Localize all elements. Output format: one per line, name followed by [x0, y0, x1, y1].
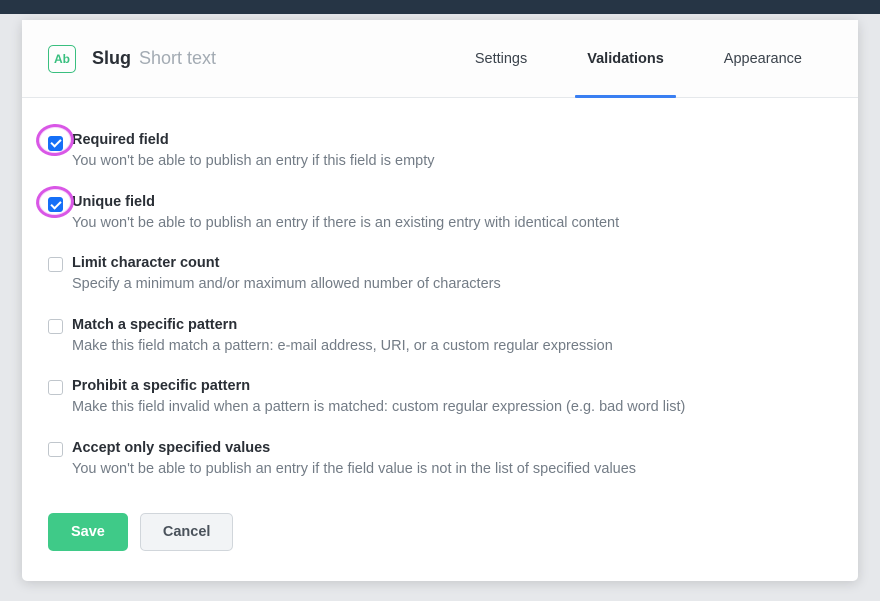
- validation-desc: You won't be able to publish an entry if…: [72, 460, 636, 480]
- validation-desc: You won't be able to publish an entry if…: [72, 214, 619, 234]
- checkbox-accept-values[interactable]: [48, 442, 63, 457]
- validation-accept-values: Accept only specified values You won't b…: [48, 440, 832, 480]
- modal-footer: Save Cancel: [22, 503, 858, 581]
- validation-title: Limit character count: [72, 255, 501, 271]
- checkbox-unique[interactable]: [48, 197, 63, 212]
- validation-title: Unique field: [72, 194, 619, 210]
- tab-settings[interactable]: Settings: [445, 20, 557, 97]
- validation-title: Accept only specified values: [72, 440, 636, 456]
- field-type-icon: Ab: [48, 45, 76, 73]
- tabs: Settings Validations Appearance: [445, 20, 832, 97]
- validation-desc: You won't be able to publish an entry if…: [72, 152, 435, 172]
- app-top-bar: [0, 0, 880, 14]
- validation-title: Prohibit a specific pattern: [72, 378, 685, 394]
- validation-desc: Specify a minimum and/or maximum allowed…: [72, 275, 501, 295]
- validation-desc: Make this field match a pattern: e-mail …: [72, 337, 613, 357]
- cancel-button[interactable]: Cancel: [140, 513, 234, 551]
- field-settings-modal: Ab Slug Short text Settings Validations …: [22, 20, 858, 581]
- tab-appearance[interactable]: Appearance: [694, 20, 832, 97]
- tab-validations[interactable]: Validations: [557, 20, 694, 97]
- checkbox-required[interactable]: [48, 136, 63, 151]
- field-type-icon-label: Ab: [54, 52, 70, 66]
- validation-title: Match a specific pattern: [72, 317, 613, 333]
- validation-title: Required field: [72, 132, 435, 148]
- save-button[interactable]: Save: [48, 513, 128, 551]
- modal-header: Ab Slug Short text Settings Validations …: [22, 20, 858, 98]
- validation-required: Required field You won't be able to publ…: [48, 132, 832, 172]
- validation-match-pattern: Match a specific pattern Make this field…: [48, 317, 832, 357]
- checkbox-prohibit-pattern[interactable]: [48, 380, 63, 395]
- checkbox-match-pattern[interactable]: [48, 319, 63, 334]
- field-title: Slug: [92, 48, 131, 69]
- field-subtitle: Short text: [139, 48, 216, 69]
- checkbox-limit-chars[interactable]: [48, 257, 63, 272]
- modal-body: Required field You won't be able to publ…: [22, 98, 858, 503]
- validation-unique: Unique field You won't be able to publis…: [48, 194, 832, 234]
- validation-prohibit-pattern: Prohibit a specific pattern Make this fi…: [48, 378, 832, 418]
- validation-desc: Make this field invalid when a pattern i…: [72, 398, 685, 418]
- validation-limit-chars: Limit character count Specify a minimum …: [48, 255, 832, 295]
